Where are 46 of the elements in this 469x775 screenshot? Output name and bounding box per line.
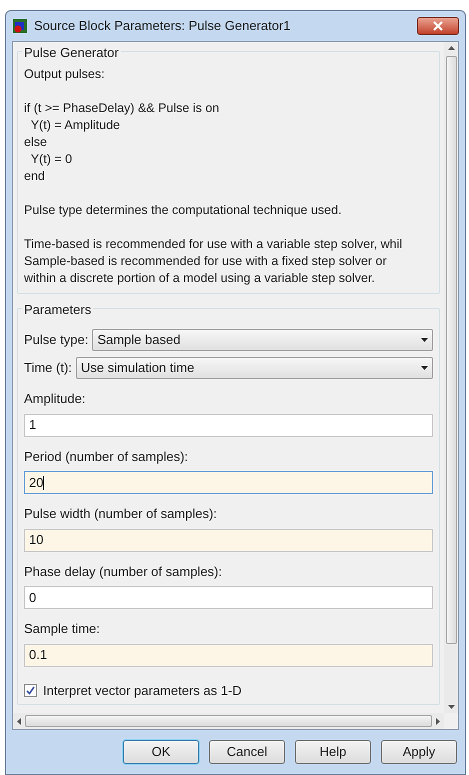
scroll-right-icon [436, 718, 440, 724]
input-field[interactable]: 20 [24, 471, 433, 494]
field-label: Pulse width (number of samples): [24, 505, 217, 523]
field-label: Time (t): [24, 359, 72, 378]
dropdown[interactable]: Use simulation time [76, 357, 433, 379]
field-label: Amplitude: [24, 390, 86, 408]
app-icon [12, 18, 28, 34]
checkbox[interactable] [24, 684, 37, 697]
description-text: else [24, 134, 47, 151]
field-label: Pulse type: [24, 331, 88, 350]
input-field[interactable]: 0.1 [24, 644, 433, 666]
input-field[interactable]: 10 [24, 528, 433, 552]
scroll-thumb[interactable] [25, 715, 432, 727]
close-button[interactable] [417, 17, 459, 35]
field-label: Period (number of samples): [24, 448, 188, 466]
description-text: Time-based is recommended for use with a variable step solver, whil [24, 236, 402, 253]
description-text: Y(t) = Amplitude [30, 117, 120, 134]
text-cursor [43, 476, 44, 490]
scroll-up-icon [448, 46, 454, 50]
check-icon [26, 686, 35, 695]
caret-icon [421, 366, 428, 370]
description-text: within a discrete portion of a model using a variable step solver. [24, 270, 375, 287]
scroll-down-icon [448, 705, 454, 709]
window-title: Source Block Parameters: Pulse Generator1 [34, 17, 291, 36]
caret-icon [421, 338, 428, 342]
description-text: Pulse type determines the computational technique used. [24, 202, 342, 219]
description-text: if (t >= PhaseDelay) && Pulse is on [24, 100, 220, 117]
close-icon [433, 21, 443, 31]
description-text: end [24, 168, 45, 185]
dialog-button[interactable]: OK [123, 740, 199, 764]
description-text: Y(t) = 0 [30, 151, 72, 168]
dialog-button[interactable]: Help [295, 740, 371, 764]
dialog-button[interactable]: Apply [381, 740, 457, 764]
description-text: Sample-based is recommended for use with a fixed step solver or [24, 253, 387, 270]
input-field[interactable]: 0 [24, 586, 433, 609]
dropdown[interactable]: Sample based [92, 329, 433, 351]
checkbox-label: Interpret vector parameters as 1-D [43, 682, 242, 700]
vertical-scrollbar[interactable] [444, 42, 458, 713]
field-label: Sample time: [24, 620, 100, 638]
dialog-button[interactable]: Cancel [209, 740, 285, 764]
field-label: Phase delay (number of samples): [24, 562, 222, 581]
scroll-left-icon [17, 718, 21, 724]
horizontal-scrollbar[interactable] [13, 713, 444, 729]
scroll-thumb[interactable] [446, 56, 456, 644]
input-field[interactable]: 1 [24, 414, 433, 436]
description-text: Output pulses: [24, 66, 105, 83]
